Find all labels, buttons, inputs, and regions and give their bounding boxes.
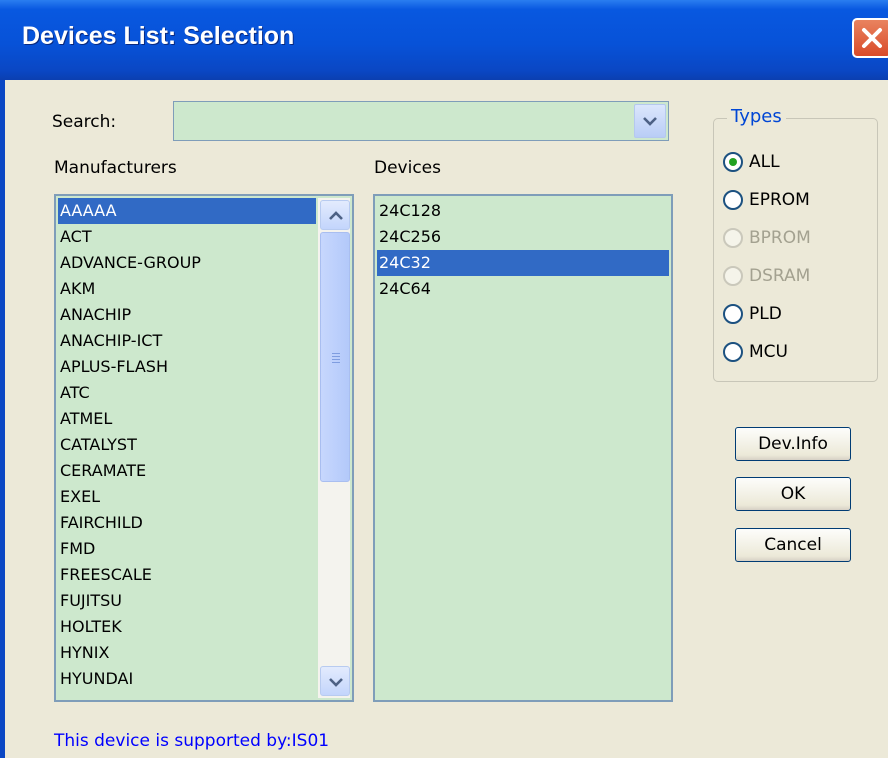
radio-label: BPROM: [749, 228, 811, 248]
close-button[interactable]: [852, 18, 888, 58]
types-group-title: Types: [727, 106, 786, 127]
manufacturer-item[interactable]: ADVANCE-GROUP: [58, 250, 316, 276]
manufacturer-item[interactable]: HYNIX: [58, 640, 316, 666]
search-label: Search:: [52, 112, 117, 132]
radio-label: MCU: [749, 342, 788, 362]
radio-button[interactable]: [723, 304, 743, 324]
manufacturer-item[interactable]: CATALYST: [58, 432, 316, 458]
search-dropdown-button[interactable]: [634, 104, 666, 138]
radio-button[interactable]: [723, 342, 743, 362]
device-item[interactable]: 24C256: [377, 224, 669, 250]
title-bar[interactable]: Devices List: Selection: [0, 0, 888, 80]
radio-dot: [729, 158, 737, 166]
device-item-selected[interactable]: 24C32: [377, 250, 669, 276]
manufacturer-item[interactable]: FAIRCHILD: [58, 510, 316, 536]
grip-line: [332, 362, 340, 363]
radio-button[interactable]: [723, 190, 743, 210]
cancel-button[interactable]: Cancel: [735, 528, 851, 562]
radio-label: PLD: [749, 304, 782, 324]
radio-button-disabled: [723, 266, 743, 286]
radio-label: ALL: [749, 152, 780, 172]
manufacturer-item[interactable]: ANACHIP: [58, 302, 316, 328]
manufacturer-item[interactable]: ANACHIP-ICT: [58, 328, 316, 354]
grip-line: [332, 353, 340, 354]
manufacturers-listbox[interactable]: AAAAA ACT ADVANCE-GROUP AKM ANACHIP ANAC…: [54, 194, 354, 702]
devices-label: Devices: [374, 158, 441, 178]
window-title: Devices List: Selection: [22, 22, 295, 50]
manufacturer-item[interactable]: FMD: [58, 536, 316, 562]
grip-line: [332, 359, 340, 360]
support-status-text: This device is supported by:IS01: [54, 731, 330, 751]
device-item[interactable]: 24C128: [377, 198, 669, 224]
scroll-up-button[interactable]: [320, 200, 350, 230]
device-item[interactable]: 24C64: [377, 276, 669, 302]
manufacturer-item[interactable]: FREESCALE: [58, 562, 316, 588]
manufacturer-item[interactable]: CERAMATE: [58, 458, 316, 484]
radio-button-checked[interactable]: [723, 152, 743, 172]
manufacturer-item-selected[interactable]: AAAAA: [58, 198, 316, 224]
window-border: [0, 80, 5, 758]
scroll-down-button[interactable]: [320, 666, 350, 696]
devices-list-dialog: Devices List: Selection Search: Manufact…: [0, 0, 888, 758]
manufacturer-item[interactable]: ATMEL: [58, 406, 316, 432]
radio-label: EPROM: [749, 190, 810, 210]
devices-listbox[interactable]: 24C128 24C256 24C32 24C64: [373, 194, 673, 702]
manufacturer-item[interactable]: FUJITSU: [58, 588, 316, 614]
dev-info-button[interactable]: Dev.Info: [735, 427, 851, 461]
manufacturer-item[interactable]: AKM: [58, 276, 316, 302]
ok-button[interactable]: OK: [735, 477, 851, 511]
manufacturer-item[interactable]: EXEL: [58, 484, 316, 510]
manufacturers-scrollbar[interactable]: [318, 198, 350, 698]
manufacturer-item[interactable]: ATC: [58, 380, 316, 406]
manufacturer-item[interactable]: HOLTEK: [58, 614, 316, 640]
radio-label: DSRAM: [749, 266, 811, 286]
search-combobox[interactable]: [173, 101, 669, 141]
manufacturer-item[interactable]: APLUS-FLASH: [58, 354, 316, 380]
manufacturer-item[interactable]: HYUNDAI: [58, 666, 316, 692]
manufacturers-label: Manufacturers: [54, 158, 177, 178]
grip-line: [332, 356, 340, 357]
scroll-thumb[interactable]: [320, 232, 350, 482]
radio-button-disabled: [723, 228, 743, 248]
manufacturer-item[interactable]: ACT: [58, 224, 316, 250]
